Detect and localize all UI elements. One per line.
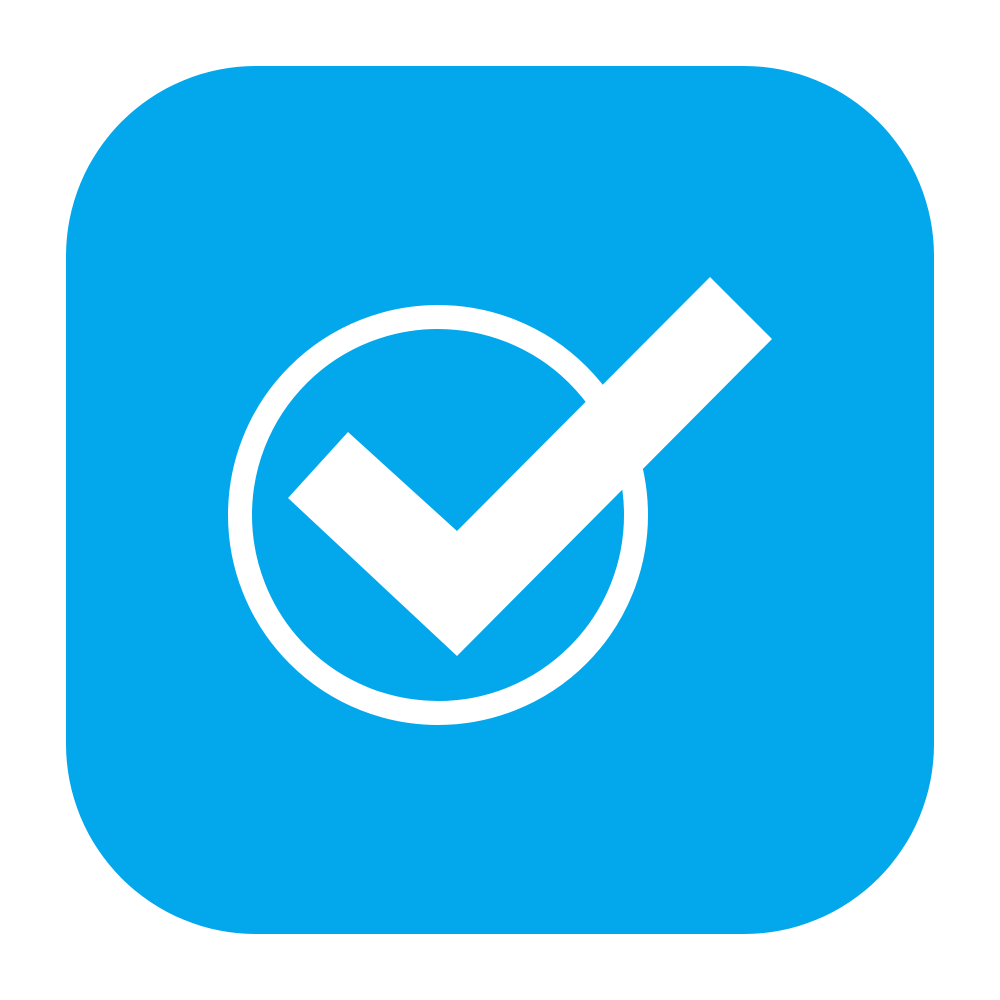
- page-canvas: [0, 0, 1000, 1000]
- app-icon-tile[interactable]: [66, 66, 934, 934]
- check-circle-icon: [228, 277, 772, 725]
